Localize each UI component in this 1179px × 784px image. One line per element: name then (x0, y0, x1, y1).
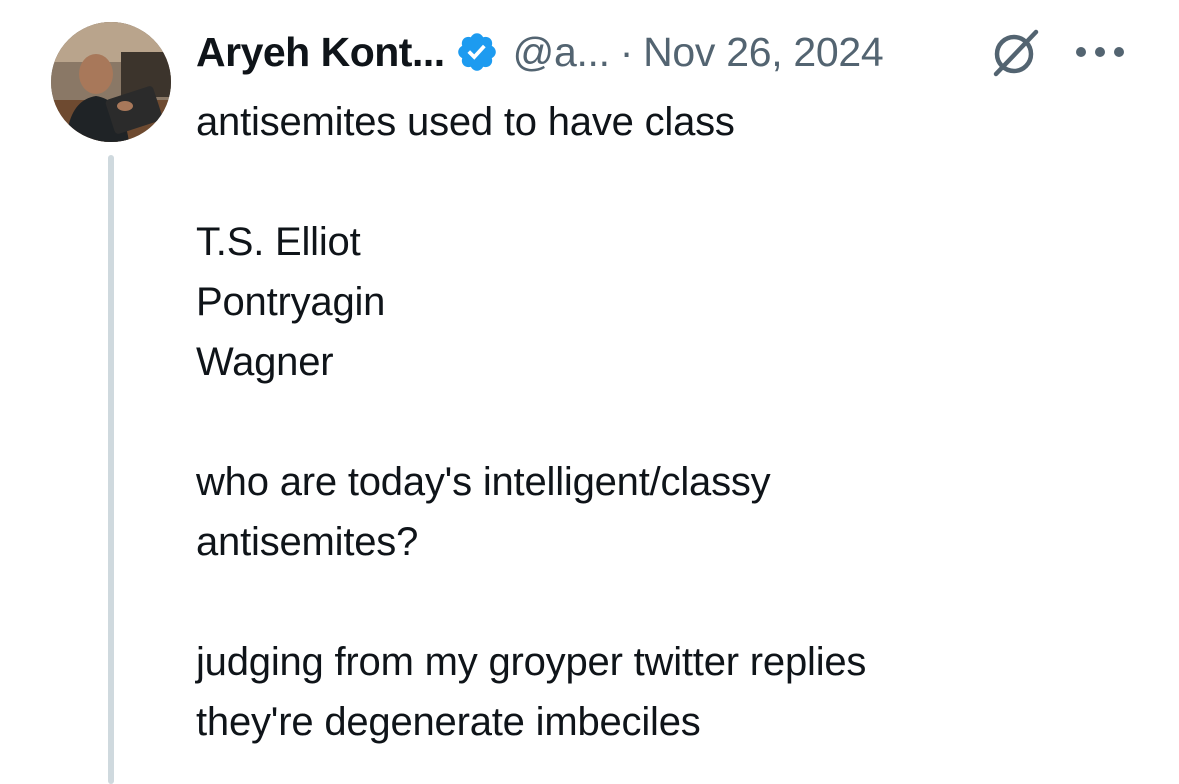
separator-dot: · (619, 28, 634, 75)
tweet-text-line: antisemites used to have class (196, 100, 735, 144)
grok-icon[interactable] (988, 28, 1044, 78)
more-options-icon[interactable] (1074, 44, 1126, 60)
tweet[interactable]: Aryeh Kont... @a... · Nov 26, 2024 antis… (0, 0, 1179, 784)
tweet-text-line: Pontryagin (196, 280, 386, 324)
avatar-photo (51, 22, 171, 142)
tweet-header: Aryeh Kont... @a... · Nov 26, 2024 (196, 26, 884, 78)
tweet-date[interactable]: Nov 26, 2024 (643, 29, 884, 76)
tweet-text-line: judging from my groyper twitter replies (196, 640, 867, 684)
thread-connector-line (108, 155, 114, 784)
tweet-text: antisemites used to have class T.S. Elli… (196, 92, 1156, 752)
author-handle[interactable]: @a... (513, 29, 610, 76)
tweet-text-line: antisemites? (196, 520, 419, 564)
author-name[interactable]: Aryeh Kont... (196, 29, 445, 76)
tweet-text-line: T.S. Elliot (196, 220, 361, 264)
tweet-text-line: who are today's intelligent/classy (196, 460, 771, 504)
tweet-text-line: Wagner (196, 340, 334, 384)
tweet-text-line: they're degenerate imbeciles (196, 700, 701, 744)
avatar[interactable] (51, 22, 171, 142)
verified-badge-icon[interactable] (455, 30, 499, 74)
